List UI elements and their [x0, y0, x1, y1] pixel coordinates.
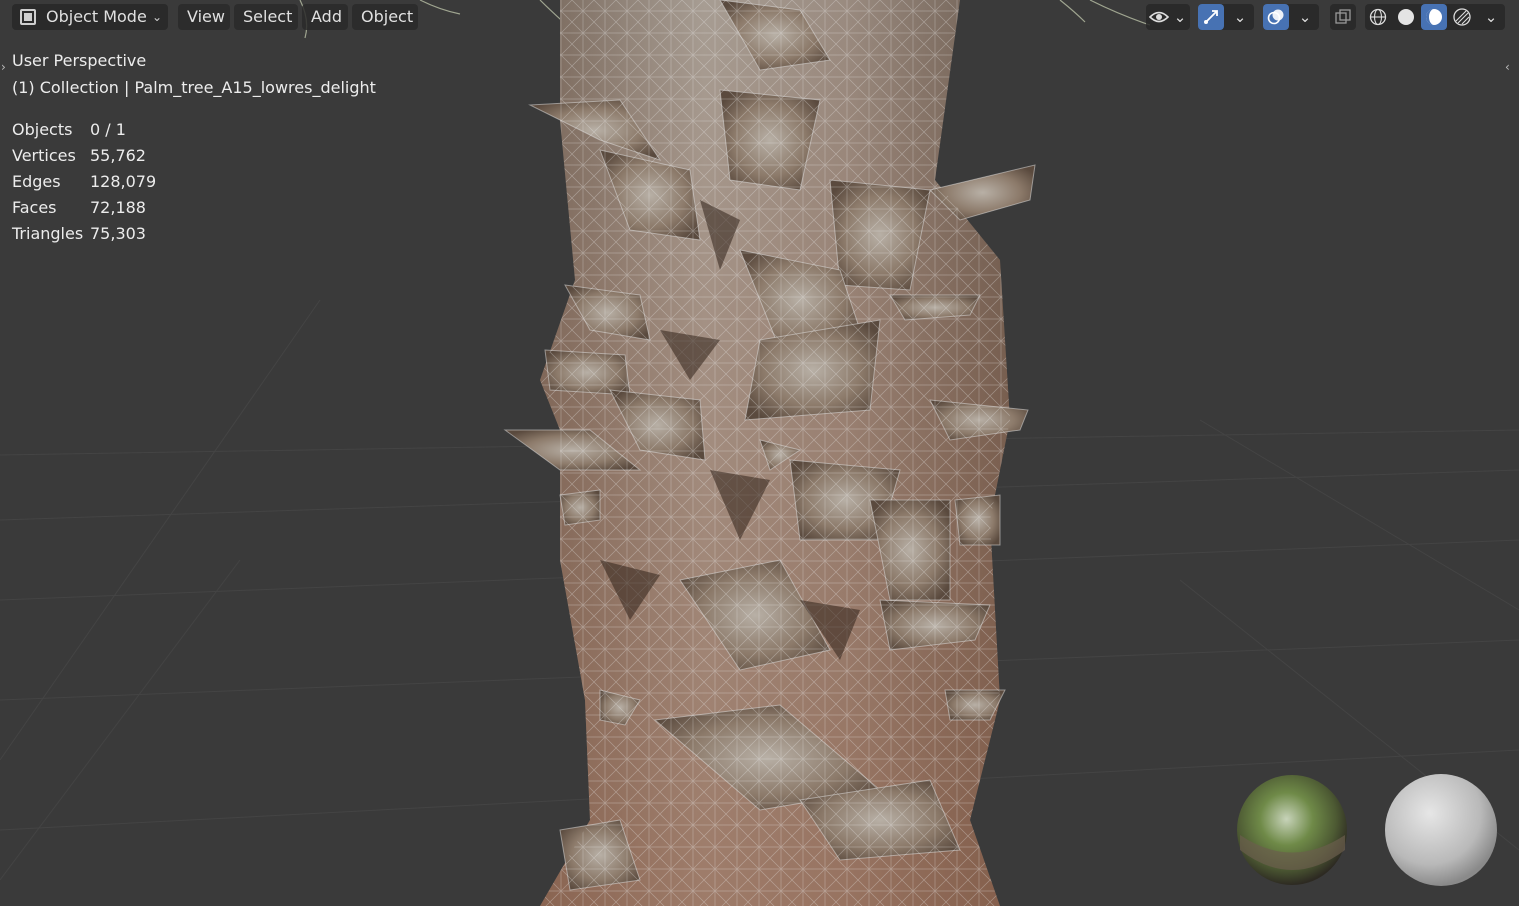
stat-label-faces: Faces — [12, 198, 57, 217]
menu-add[interactable]: Add — [302, 4, 348, 30]
menu-view[interactable]: View — [178, 4, 230, 30]
toolbar-expand-arrow-icon[interactable]: › — [1, 60, 6, 74]
rendered-shading-icon[interactable] — [1449, 4, 1475, 30]
eye-icon[interactable] — [1146, 4, 1172, 30]
viewport-header: Object Mode ⌄ View Select Add Object ⌄ ⌄… — [0, 0, 1519, 34]
collection-info: (1) Collection | Palm_tree_A15_lowres_de… — [12, 78, 376, 97]
chevron-down-icon[interactable]: ⌄ — [1228, 4, 1252, 30]
gizmo-group: ⌄ — [1198, 4, 1254, 30]
object-mode-icon — [20, 9, 36, 25]
stat-label-vertices: Vertices — [12, 146, 76, 165]
overlays-icon[interactable] — [1263, 4, 1289, 30]
view-name: User Perspective — [12, 51, 147, 70]
object-mode-label: Object Mode — [46, 7, 147, 26]
menu-select[interactable]: Select — [234, 4, 298, 30]
sidebar-expand-arrow-icon[interactable]: ‹ — [1505, 60, 1510, 74]
stat-value-vertices: 55,762 — [90, 146, 146, 165]
chevron-down-icon: ⌄ — [151, 10, 162, 24]
chevron-down-icon[interactable]: ⌄ — [1479, 4, 1503, 30]
gizmo-icon[interactable] — [1198, 4, 1224, 30]
stat-value-triangles: 75,303 — [90, 224, 146, 243]
stat-label-triangles: Triangles — [12, 224, 84, 243]
stat-value-edges: 128,079 — [90, 172, 157, 191]
material-preview-icon[interactable] — [1421, 4, 1447, 30]
stat-value-objects: 0 / 1 — [90, 120, 126, 139]
visibility-group: ⌄ — [1146, 4, 1190, 30]
overlays-group: ⌄ — [1263, 4, 1319, 30]
chevron-down-icon[interactable]: ⌄ — [1170, 4, 1190, 30]
chevron-down-icon[interactable]: ⌄ — [1293, 4, 1317, 30]
menu-object[interactable]: Object — [352, 4, 418, 30]
3d-viewport[interactable]: › ‹ User Perspective (1) Collection | Pa… — [0, 0, 1519, 906]
stat-label-objects: Objects — [12, 120, 73, 139]
wireframe-shading-icon[interactable] — [1365, 4, 1391, 30]
xray-group — [1330, 4, 1356, 30]
solid-shading-icon[interactable] — [1393, 4, 1419, 30]
xray-icon[interactable] — [1330, 4, 1356, 30]
stat-value-faces: 72,188 — [90, 198, 146, 217]
object-mode-dropdown[interactable]: Object Mode ⌄ — [12, 4, 168, 30]
scene-render — [0, 0, 1519, 906]
material-preview-sphere — [1385, 774, 1497, 886]
shading-group: ⌄ — [1365, 4, 1505, 30]
stat-label-edges: Edges — [12, 172, 61, 191]
